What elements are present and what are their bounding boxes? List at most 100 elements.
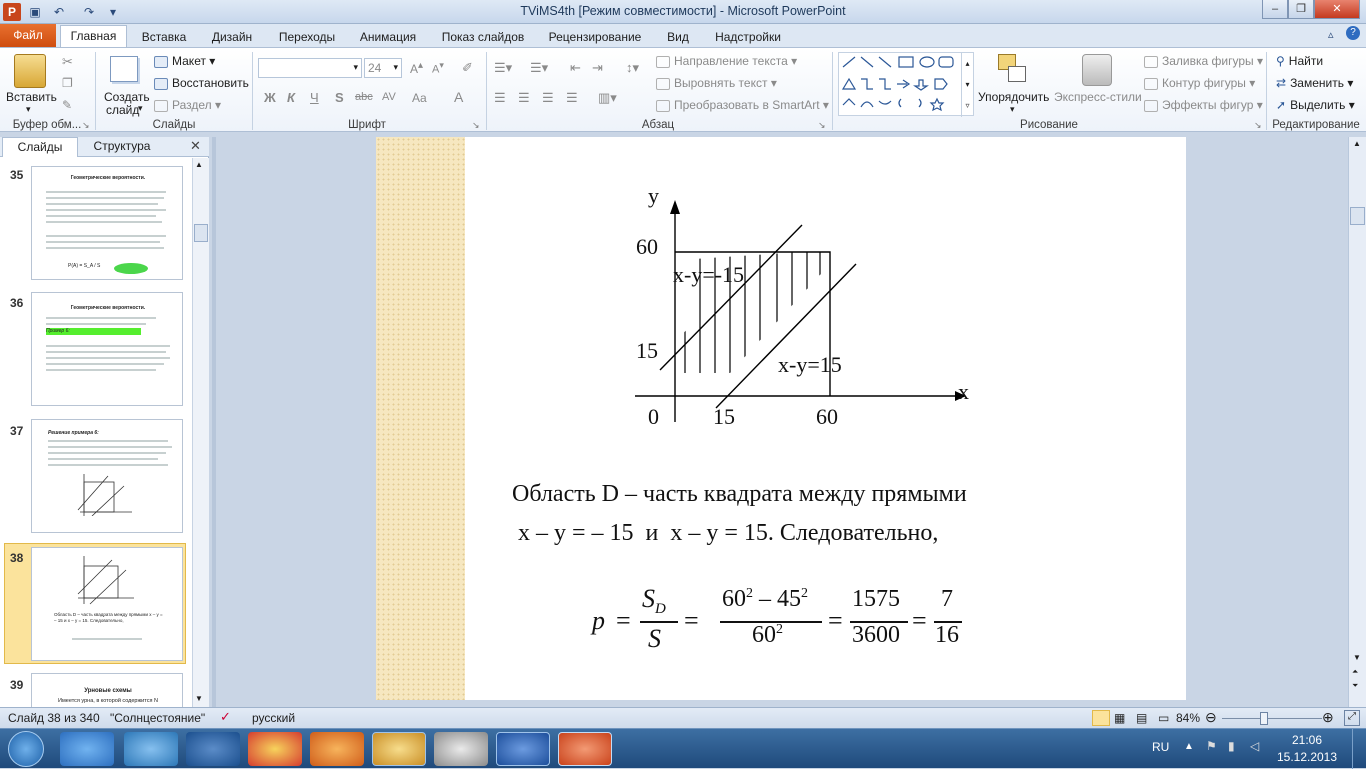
start-button[interactable] <box>8 731 44 767</box>
input-language[interactable]: RU <box>1152 740 1169 754</box>
new-slide-dropdown-icon[interactable]: ▾ <box>138 103 143 114</box>
shrink-font-icon[interactable]: A▾ <box>432 60 444 76</box>
minimize-ribbon-icon[interactable]: ▵ <box>1328 28 1334 41</box>
strikethrough-button[interactable]: abc <box>355 91 373 103</box>
arrange-icon[interactable] <box>998 54 1028 86</box>
slide-thumbnail-37[interactable]: Решение примера 6: <box>31 419 183 533</box>
tab-review[interactable]: Рецензирование <box>542 27 648 47</box>
tab-view[interactable]: Вид <box>660 27 696 47</box>
tab-outline[interactable]: Структура <box>84 137 160 157</box>
new-slide-button[interactable]: Создать <box>104 90 150 104</box>
scroll-up-icon[interactable]: ▲ <box>1353 139 1361 148</box>
chrome-icon[interactable] <box>248 732 302 766</box>
explorer-icon[interactable] <box>372 732 426 766</box>
word-icon[interactable] <box>496 732 550 766</box>
char-spacing-button[interactable]: AV <box>382 91 396 103</box>
slide-text-line-2[interactable]: x – y = – 15 и x – y = 15. Следовательно… <box>518 520 938 547</box>
shadow-button[interactable]: S <box>335 90 344 105</box>
font-name-combobox[interactable]: ▾ <box>258 58 362 78</box>
layout-button[interactable]: Макет ▾ <box>154 54 215 68</box>
slide-thumbnail-38[interactable]: Область D – часть квадрата между прямыми… <box>31 547 183 661</box>
clipboard-launcher-icon[interactable]: ↘ <box>82 120 90 131</box>
editor-vertical-scrollbar[interactable]: ▲ ▼ ⏶ ⏷ <box>1348 137 1366 707</box>
slide-counter[interactable]: Слайд 38 из 340 <box>8 711 100 725</box>
spellcheck-icon[interactable]: ✓ <box>220 709 231 725</box>
convert-smartart-button[interactable]: Преобразовать в SmartArt ▾ <box>656 98 829 112</box>
calendar-icon[interactable] <box>434 732 488 766</box>
tab-slides[interactable]: Слайды <box>2 137 78 157</box>
messenger-icon[interactable] <box>124 732 178 766</box>
internet-explorer-icon[interactable] <box>60 732 114 766</box>
arrange-button[interactable]: Упорядочить <box>978 90 1049 104</box>
media-player-icon[interactable] <box>310 732 364 766</box>
align-text-button[interactable]: Выровнять текст ▾ <box>656 76 777 90</box>
shape-effects-button[interactable]: Эффекты фигур ▾ <box>1144 98 1263 112</box>
line-spacing-icon[interactable]: ↕▾ <box>626 60 639 76</box>
fit-to-window-icon[interactable]: ⤢ <box>1344 710 1360 726</box>
zoom-in-icon[interactable]: ⊕ <box>1322 709 1334 726</box>
align-left-icon[interactable]: ☰ <box>494 90 506 106</box>
quick-styles-icon[interactable] <box>1082 54 1112 86</box>
store-icon[interactable] <box>186 732 240 766</box>
slideshow-view-icon[interactable]: ▭ <box>1158 711 1169 725</box>
grow-font-icon[interactable]: A▴ <box>410 60 423 76</box>
powerpoint-taskbar-icon[interactable] <box>558 732 612 766</box>
paste-button[interactable]: Вставить <box>6 90 57 104</box>
close-button[interactable]: ✕ <box>1314 0 1360 19</box>
paste-icon[interactable] <box>14 54 46 88</box>
restore-button[interactable]: ❐ <box>1288 0 1314 19</box>
new-slide-button-line2[interactable]: слайд <box>106 103 139 117</box>
slide-sorter-icon[interactable]: ▦ <box>1114 711 1125 725</box>
language[interactable]: русский <box>252 711 295 725</box>
tray-volume-icon[interactable]: ◁ <box>1250 739 1259 753</box>
change-case-button[interactable]: Aa <box>412 91 427 105</box>
numbering-icon[interactable]: ☰▾ <box>530 60 548 76</box>
tray-flag-icon[interactable]: ⚑ <box>1206 739 1217 753</box>
clock-time[interactable]: 21:06 <box>1276 733 1338 747</box>
copy-icon[interactable]: ❐ <box>62 76 73 90</box>
decrease-indent-icon[interactable]: ⇤ <box>570 60 581 76</box>
slide-text-line-1[interactable]: Область D – часть квадрата между прямыми <box>512 481 967 508</box>
replace-button[interactable]: ⇄ Заменить ▾ <box>1276 76 1353 90</box>
paste-dropdown-icon[interactable]: ▾ <box>26 104 31 115</box>
reading-view-icon[interactable]: ▤ <box>1136 711 1147 725</box>
shapes-gallery-scroll[interactable]: ▴ ▾ ▿ <box>961 53 973 117</box>
tab-transitions[interactable]: Переходы <box>272 27 342 47</box>
panel-scroll-thumb[interactable] <box>194 224 208 242</box>
new-slide-icon[interactable] <box>110 56 138 82</box>
zoom-level[interactable]: 84% <box>1176 711 1200 725</box>
tray-show-hidden-icon[interactable]: ▲ <box>1184 741 1194 752</box>
panel-scrollbar[interactable]: ▲ ▼ <box>192 158 209 707</box>
help-icon[interactable]: ? <box>1346 26 1360 40</box>
paragraph-launcher-icon[interactable]: ↘ <box>818 120 826 131</box>
columns-icon[interactable]: ▥▾ <box>598 90 617 106</box>
italic-button[interactable]: К <box>287 90 295 105</box>
zoom-out-icon[interactable]: ⊖ <box>1205 709 1217 726</box>
section-button[interactable]: Раздел ▾ <box>154 98 221 112</box>
editor-scroll-thumb[interactable] <box>1350 207 1365 225</box>
next-slide-icon[interactable]: ⏷ <box>1352 681 1358 691</box>
font-launcher-icon[interactable]: ↘ <box>472 120 480 131</box>
bullets-icon[interactable]: ☰▾ <box>494 60 512 76</box>
close-panel-icon[interactable]: ✕ <box>190 138 201 154</box>
zoom-slider-thumb[interactable] <box>1260 712 1268 725</box>
bold-button[interactable]: Ж <box>264 90 276 105</box>
shape-outline-button[interactable]: Контур фигуры ▾ <box>1144 76 1255 90</box>
tab-design[interactable]: Дизайн <box>202 27 262 47</box>
text-direction-button[interactable]: Направление текста ▾ <box>656 54 797 68</box>
zoom-slider-track[interactable] <box>1222 718 1322 719</box>
tab-addins[interactable]: Надстройки <box>708 27 788 47</box>
font-color-button[interactable]: A <box>454 89 463 105</box>
tab-slideshow[interactable]: Показ слайдов <box>436 27 530 47</box>
clock-date[interactable]: 15.12.2013 <box>1274 750 1340 764</box>
find-button[interactable]: ⚲ Найти <box>1276 54 1323 68</box>
slide-thumbnail-36[interactable]: Геометрические вероятности. Пример 6: <box>31 292 183 406</box>
tray-network-icon[interactable]: ▮ <box>1228 739 1235 753</box>
shape-fill-button[interactable]: Заливка фигуры ▾ <box>1144 54 1263 68</box>
underline-button[interactable]: Ч <box>310 90 319 105</box>
select-button[interactable]: ➚ Выделить ▾ <box>1276 98 1355 112</box>
prev-slide-icon[interactable]: ⏶ <box>1352 667 1358 677</box>
scroll-down-icon[interactable]: ▼ <box>1353 653 1361 662</box>
scroll-down-icon[interactable]: ▼ <box>195 694 203 703</box>
theme-name[interactable]: "Солнцестояние" <box>110 711 205 725</box>
